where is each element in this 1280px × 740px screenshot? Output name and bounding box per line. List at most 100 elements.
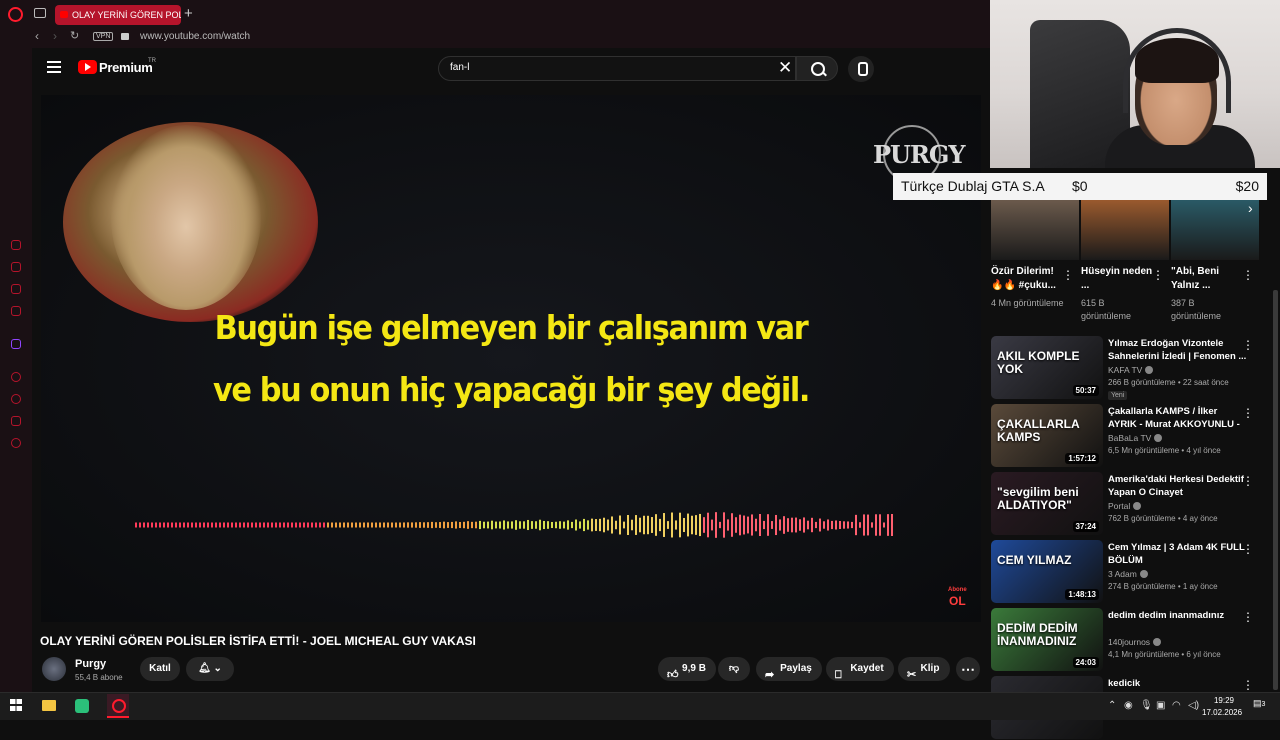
opera-logo-icon[interactable] <box>8 7 23 22</box>
recommended-channel[interactable]: KAFA TV <box>1108 365 1154 375</box>
recommended-title[interactable]: Amerika'daki Herkesi Dedektif Yapan O Ci… <box>1108 473 1248 499</box>
recommended-title[interactable]: Cem Yılmaz | 3 Adam 4K FULL BÖLÜM <box>1108 541 1248 567</box>
microphone-icon[interactable]: 🎙︎ <box>1140 700 1153 711</box>
waveform-bar <box>479 520 481 530</box>
scrollbar[interactable] <box>1273 290 1278 690</box>
search-input[interactable] <box>438 56 796 81</box>
sidebar-m-icon[interactable] <box>11 306 21 316</box>
waveform-bar <box>791 517 793 533</box>
clip-button[interactable]: ✂ Klip <box>898 657 950 681</box>
reload-icon[interactable]: ↻ <box>70 29 79 42</box>
clock-time[interactable]: 19:29 <box>1212 696 1236 705</box>
channel-name[interactable]: Purgy <box>75 658 106 670</box>
file-explorer-icon[interactable] <box>42 700 56 711</box>
waveform-bar <box>815 521 817 529</box>
sidebar-player-icon[interactable] <box>11 372 21 382</box>
short-more-icon[interactable]: ⋮ <box>1242 268 1254 282</box>
more-options-icon[interactable]: ⋮ <box>1242 338 1254 352</box>
clock-date[interactable]: 17.02.2026 <box>1202 708 1242 717</box>
voice-search-button[interactable] <box>848 56 874 82</box>
more-options-icon[interactable]: ⋮ <box>1242 474 1254 488</box>
app-green-icon[interactable] <box>75 699 89 713</box>
recommended-channel[interactable]: 3 Adam <box>1108 569 1148 579</box>
recommended-channel[interactable]: Portal <box>1108 501 1142 511</box>
clip-label: Klip <box>920 663 940 674</box>
recommended-channel[interactable]: 140journos <box>1108 637 1162 647</box>
url-field[interactable]: www.youtube.com/watch <box>140 31 250 42</box>
sidebar-twitch-icon[interactable] <box>11 339 21 349</box>
sidebar-aria-icon[interactable] <box>11 240 21 250</box>
taskbar-opera-icon[interactable] <box>107 694 129 718</box>
short-title[interactable]: Hüseyin neden ... <box>1081 265 1155 293</box>
join-button[interactable]: Katıl <box>140 657 180 681</box>
save-button[interactable]: ⎕ Kaydet <box>826 657 894 681</box>
tray-app-icon[interactable]: ◉ <box>1124 700 1133 711</box>
search-button[interactable] <box>796 56 838 81</box>
waveform-bar <box>643 515 645 535</box>
video-thumbnail[interactable]: CEM YILMAZ 1:48:13 <box>991 540 1103 603</box>
like-button[interactable]: 👍︎ 9,9 B <box>658 657 716 681</box>
hamburger-menu-icon[interactable] <box>47 61 61 76</box>
recommended-video[interactable]: "sevgilim beni ALDATIYOR" 37:24 Amerika'… <box>990 472 1270 536</box>
more-options-icon[interactable]: ⋮ <box>1242 542 1254 556</box>
tray-chevron-up-icon[interactable]: ⌃ <box>1108 700 1116 711</box>
recommended-video[interactable]: DEDİM DEDİM İNANMADINIZ 24:03 dedim dedi… <box>990 608 1270 672</box>
recommended-title[interactable]: dedim dedim inanmadınız <box>1108 609 1248 622</box>
more-options-icon[interactable]: ⋮ <box>1242 406 1254 420</box>
waveform-bar <box>623 521 625 529</box>
video-thumbnail[interactable]: AKIL KOMPLE YOK 50:37 <box>991 336 1103 399</box>
short-thumbnail[interactable] <box>991 200 1079 260</box>
more-actions-button[interactable]: ⋯ <box>956 657 980 681</box>
short-more-icon[interactable]: ⋮ <box>1062 268 1074 282</box>
short-title[interactable]: "Abi, Beni Yalnız ... <box>1171 265 1245 293</box>
waveform-bar <box>711 519 713 531</box>
wifi-icon[interactable]: ◠ <box>1172 700 1181 711</box>
recommended-video[interactable]: AKIL KOMPLE YOK 50:37 Yılmaz Erdoğan Viz… <box>990 336 1270 400</box>
sidebar-instagram-icon[interactable] <box>11 284 21 294</box>
youtube-logo-icon[interactable] <box>78 60 97 74</box>
short-thumbnail[interactable] <box>1171 200 1259 260</box>
recommended-video[interactable]: ÇAKALLARLA KAMPS 1:57:12 Çakallarla KAMP… <box>990 404 1270 468</box>
sidebar-settings-icon[interactable] <box>11 438 21 448</box>
more-options-icon[interactable]: ⋮ <box>1242 610 1254 624</box>
clear-search-icon[interactable]: ✕ <box>778 58 792 78</box>
share-button[interactable]: ➦ Paylaş <box>756 657 822 681</box>
chevron-right-icon[interactable]: › <box>1248 200 1253 216</box>
bookmark-icon: ⎕ <box>835 669 842 681</box>
youtube-premium-brand[interactable]: Premium <box>99 60 153 75</box>
forward-icon[interactable]: › <box>53 29 57 43</box>
video-thumbnail[interactable]: "sevgilim beni ALDATIYOR" 37:24 <box>991 472 1103 535</box>
dislike-button[interactable]: 👎︎ <box>718 657 750 681</box>
sidebar-extensions-icon[interactable] <box>11 416 21 426</box>
search-input-value[interactable]: fan-l <box>450 62 469 73</box>
vpn-badge[interactable]: VPN <box>93 32 114 41</box>
lock-icon[interactable] <box>121 33 129 40</box>
sidebar-history-icon[interactable] <box>11 394 21 404</box>
recommended-title[interactable]: kedicik <box>1108 677 1248 690</box>
short-thumbnail[interactable] <box>1081 200 1169 260</box>
recommended-title[interactable]: Yılmaz Erdoğan Vizontele Sahnelerini İzl… <box>1108 337 1248 363</box>
short-more-icon[interactable]: ⋮ <box>1152 268 1164 282</box>
recommended-channel[interactable]: BaBaLa TV <box>1108 433 1163 443</box>
back-icon[interactable]: ‹ <box>35 29 39 43</box>
tray-display-icon[interactable]: ▣ <box>1156 700 1165 711</box>
subtitle-line-2: ve bu onun hiç yapacağı bir şey değil. <box>212 370 810 409</box>
recommended-video[interactable]: CEM YILMAZ 1:48:13 Cem Yılmaz | 3 Adam 4… <box>990 540 1270 604</box>
volume-icon[interactable]: ◁) <box>1188 700 1199 711</box>
windows-start-icon[interactable] <box>10 699 22 711</box>
sidebar-messenger-icon[interactable] <box>11 262 21 272</box>
new-tab-icon[interactable]: + <box>184 5 193 22</box>
video-thumbnail[interactable]: ÇAKALLARLA KAMPS 1:57:12 <box>991 404 1103 467</box>
video-thumbnail[interactable]: DEDİM DEDİM İNANMADINIZ 24:03 <box>991 608 1103 671</box>
waveform-bar <box>667 521 669 529</box>
channel-avatar[interactable] <box>42 657 66 681</box>
short-title[interactable]: Özür Dilerim! 🔥🔥 #çuku... <box>991 265 1065 293</box>
browser-tab-active[interactable]: OLAY YERİNİ GÖREN POLİ <box>55 5 181 25</box>
notification-center-icon[interactable]: ▤3 <box>1253 698 1265 709</box>
tab-switcher-icon[interactable] <box>34 8 46 18</box>
more-options-icon[interactable]: ⋮ <box>1242 678 1254 692</box>
video-player[interactable]: PURGY Bugün işe gelmeyen bir çalışanım v… <box>41 95 981 622</box>
donation-goal: $20 <box>1235 178 1259 194</box>
recommended-title[interactable]: Çakallarla KAMPS / İlker AYRIK - Murat A… <box>1108 405 1248 431</box>
notification-bell-button[interactable]: 🔔︎ ⌄ <box>186 657 234 681</box>
